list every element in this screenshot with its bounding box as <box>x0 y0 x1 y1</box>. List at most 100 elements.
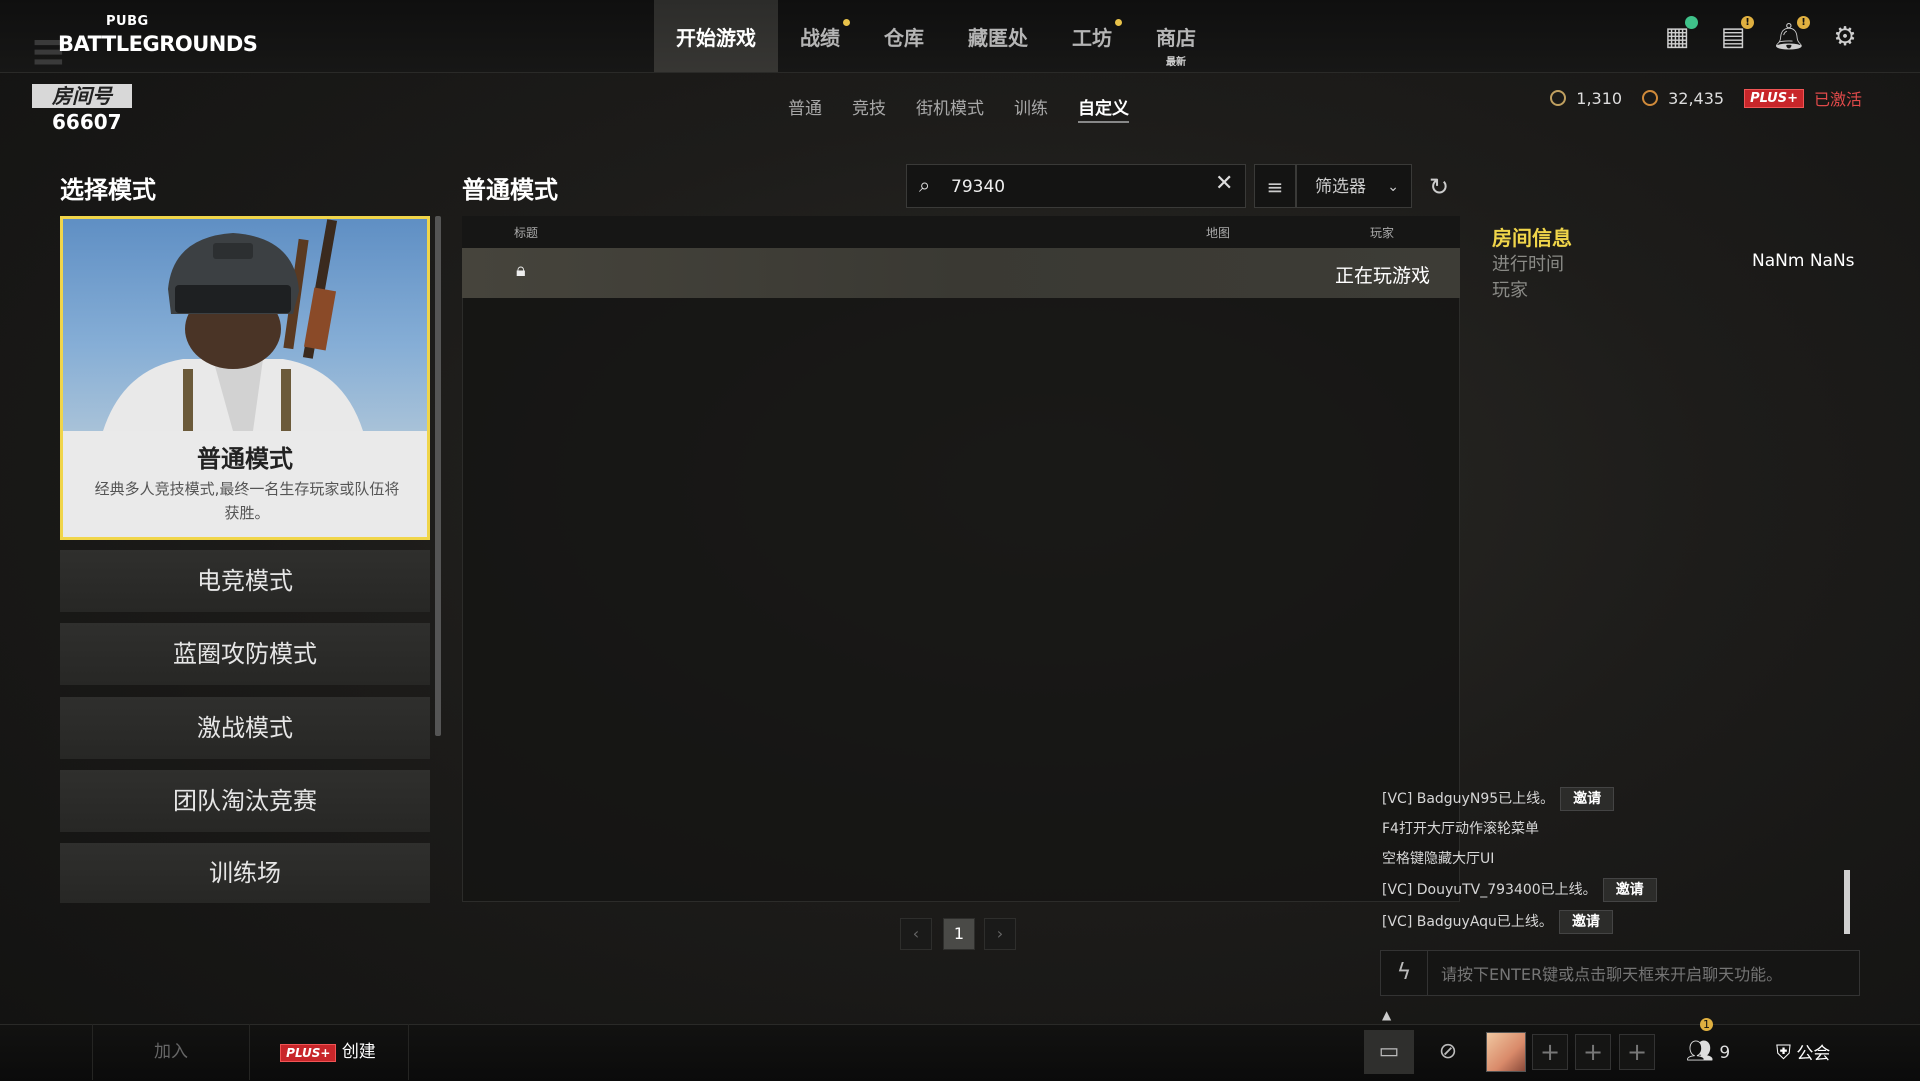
chat-input[interactable] <box>1439 961 1843 987</box>
tab-store[interactable]: 商店 最新 <box>1134 0 1218 72</box>
chat-text: [VC] BadguyN95已上线。 <box>1382 791 1555 807</box>
subtab-normal[interactable]: 普通 <box>788 94 822 123</box>
invite-button[interactable]: 邀请 <box>1560 787 1615 811</box>
tab-inventory[interactable]: 仓库 <box>862 0 946 72</box>
tab-workshop[interactable]: 工坊 <box>1050 0 1134 72</box>
sort-icon[interactable]: ≡ <box>1254 164 1296 208</box>
page-number[interactable]: 1 <box>943 918 975 950</box>
clan-button[interactable]: ⛨ 公会 <box>1776 1030 1830 1074</box>
tab-inventory-label: 仓库 <box>884 25 924 50</box>
list-title: 普通模式 <box>462 176 558 204</box>
subtab-ranked[interactable]: 竞技 <box>852 94 886 123</box>
chat-input-box: ϟ <box>1380 950 1860 996</box>
bell-alert-icon: ! <box>1797 16 1810 29</box>
tab-play[interactable]: 开始游戏 <box>654 0 778 72</box>
notifications-bell-icon[interactable]: 🔔︎! <box>1772 16 1810 54</box>
invite-button[interactable]: 邀请 <box>1602 878 1657 902</box>
selected-mode-description: 经典多人竞技模式,最终一名生存玩家或队伍将获胜。 <box>94 480 400 522</box>
room-list-header: 标题 地图 玩家 <box>462 216 1460 249</box>
currency-bar: 1,310 32,435 PLUS+ 已激活 <box>1550 86 1862 110</box>
selected-mode-card[interactable]: 普通模式 经典多人竞技模式,最终一名生存玩家或队伍将获胜。 <box>60 216 430 540</box>
elapsed-value: NaNm NaNs <box>1752 251 1855 271</box>
tab-play-label: 开始游戏 <box>676 25 756 50</box>
store-new-badge: 最新 <box>1166 57 1186 68</box>
clan-icon: ⛨ <box>1776 1040 1791 1064</box>
add-party-slot-icon[interactable]: + <box>1619 1034 1655 1070</box>
filter-dropdown[interactable]: 筛选器 ⌄ <box>1296 164 1412 208</box>
chat-line: [VC] DouyuTV_793400已上线。 邀请 <box>1382 877 1657 903</box>
search-icon: ⌕ <box>919 173 931 197</box>
lightning-icon[interactable]: ϟ <box>1381 951 1428 995</box>
mode-button-team-deathmatch[interactable]: 团队淘汰竞赛 <box>60 770 430 832</box>
add-party-slot-icon[interactable]: + <box>1575 1034 1611 1070</box>
tab-stats[interactable]: 战绩 <box>778 0 862 72</box>
subtab-arcade[interactable]: 街机模式 <box>916 94 984 123</box>
missions-alert-icon: ! <box>1741 16 1754 29</box>
friends-button[interactable]: 👥︎ 1 9 <box>1686 1018 1731 1074</box>
row-status: 正在玩游戏 <box>1334 265 1430 287</box>
tab-stash-label: 藏匿处 <box>968 25 1028 50</box>
avatar[interactable] <box>1486 1032 1526 1072</box>
chat-text: 空格键隐藏大厅UI <box>1382 851 1495 867</box>
create-plus-badge: PLUS+ <box>280 1044 337 1062</box>
filter-label: 筛选器 <box>1315 177 1366 197</box>
refresh-icon[interactable]: ↻ <box>1424 172 1454 202</box>
chat-line: 空格键隐藏大厅UI <box>1382 846 1494 872</box>
chevron-down-icon: ⌄ <box>1387 179 1399 195</box>
select-mode-title: 选择模式 <box>60 176 156 204</box>
friends-count: 9 <box>1719 1043 1731 1063</box>
selected-mode-name: 普通模式 <box>197 445 293 473</box>
missions-icon[interactable]: ▤! <box>1716 16 1754 54</box>
column-map[interactable]: 地图 <box>1206 224 1230 241</box>
notification-dot <box>1115 19 1122 26</box>
emblem-icon[interactable]: ⊘ <box>1426 1030 1470 1074</box>
chest-indicator <box>1685 16 1698 29</box>
create-button[interactable]: PLUS+ 创建 <box>248 1024 409 1080</box>
notification-dot <box>843 19 850 26</box>
subtab-custom[interactable]: 自定义 <box>1078 94 1129 123</box>
column-players[interactable]: 玩家 <box>1370 224 1394 241</box>
chat-scrollbar[interactable] <box>1844 870 1850 934</box>
players-label: 玩家 <box>1492 280 1528 301</box>
join-button[interactable]: 加入 <box>92 1024 250 1080</box>
prev-page-button[interactable]: ‹ <box>900 918 932 950</box>
mode-button-bluezone[interactable]: 蓝圈攻防模式 <box>60 623 430 685</box>
mode-button-intense[interactable]: 激战模式 <box>60 697 430 759</box>
friends-icon: 👥︎ <box>1686 1039 1714 1064</box>
chat-line: F4打开大厅动作滚轮菜单 <box>1382 816 1539 842</box>
tab-store-label: 商店 <box>1156 25 1196 50</box>
mode-list-scrollbar[interactable] <box>435 216 441 736</box>
chat-log: [VC] BadguyN95已上线。 邀请 F4打开大厅动作滚轮菜单 空格键隐藏大… <box>1382 786 1858 936</box>
expand-chat-icon[interactable]: ▲ <box>1382 1008 1391 1022</box>
mode-button-esports[interactable]: 电竞模式 <box>60 550 430 612</box>
add-party-slot-icon[interactable]: + <box>1532 1034 1568 1070</box>
subtab-training[interactable]: 训练 <box>1014 94 1048 123</box>
invite-button[interactable]: 邀请 <box>1558 910 1613 934</box>
sub-nav: 普通 竞技 街机模式 训练 自定义 <box>788 94 1129 123</box>
logo-main-text: BATTLEGROUNDS <box>58 32 258 56</box>
lock-icon: 🔒︎ <box>516 260 526 281</box>
logo-small-text: PUBG <box>106 14 149 29</box>
search-box: ⌕ ✕ <box>906 164 1246 208</box>
chat-line: [VC] BadguyN95已上线。 邀请 <box>1382 786 1615 812</box>
search-input[interactable] <box>949 173 1203 201</box>
elapsed-label: 进行时间 <box>1492 254 1564 275</box>
clear-search-icon[interactable]: ✕ <box>1215 171 1233 196</box>
bp-icon <box>1642 90 1659 106</box>
next-page-button[interactable]: › <box>984 918 1016 950</box>
column-title[interactable]: 标题 <box>514 224 538 241</box>
soldier-illustration <box>103 219 363 431</box>
room-list-panel <box>462 216 1460 902</box>
tab-stash[interactable]: 藏匿处 <box>946 0 1050 72</box>
chat-text: [VC] BadguyAqu已上线。 <box>1382 914 1553 930</box>
clan-label: 公会 <box>1796 1044 1831 1064</box>
mode-button-training[interactable]: 训练场 <box>60 843 430 903</box>
settings-gear-icon[interactable]: ⚙ <box>1828 20 1862 54</box>
plus-badge: PLUS+ <box>1744 88 1804 108</box>
g-coin-amount: 1,310 <box>1576 88 1623 108</box>
friends-alert: 1 <box>1700 1018 1713 1031</box>
table-row[interactable]: 🔒︎ 正在玩游戏 <box>462 248 1460 298</box>
create-label: 创建 <box>341 1042 376 1062</box>
store-chest-icon[interactable]: ▦ <box>1660 16 1698 54</box>
chat-bubble-icon[interactable]: ▭ <box>1364 1030 1414 1074</box>
